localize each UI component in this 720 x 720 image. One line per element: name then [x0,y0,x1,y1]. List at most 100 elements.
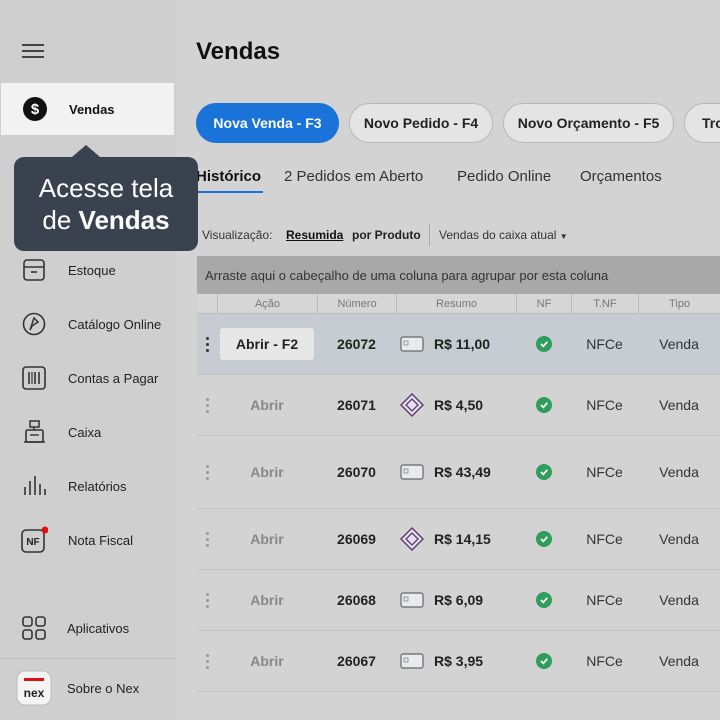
viz-separator [429,224,430,246]
cell-acao: Abrir [217,570,317,630]
tab-pedidos-aberto[interactable]: 2 Pedidos em Aberto [284,168,423,185]
abrir-button[interactable]: Abrir [250,464,283,480]
table-row[interactable]: Abrir 26071 R$ 4,50 NFCe Venda [197,375,720,436]
cell-tipo: Venda [659,653,699,669]
kebab-icon [205,397,209,413]
cell-acao: Abrir [217,436,317,508]
table-row[interactable]: Abrir 26070 R$ 43,49 NFCe Venda [197,436,720,509]
troca-button[interactable]: Tro [684,103,720,143]
header-nf[interactable]: NF [516,294,571,314]
table-row[interactable]: Abrir 26067 R$ 3,95 NFCe Venda [197,631,720,692]
page-title: Vendas [196,38,281,65]
onboarding-tooltip: Acesse tela de Vendas [14,145,198,251]
cell-nf [516,570,571,630]
nex-logo-icon: nex [16,670,52,706]
row-total: R$ 11,00 [434,336,491,352]
tooltip-line-1: Acesse tela [38,173,174,203]
abrir-button[interactable]: Abrir - F2 [219,328,315,360]
row-menu[interactable] [197,570,217,630]
view-resumida[interactable]: Resumida [286,228,343,242]
header-acao[interactable]: Ação [217,294,317,314]
sidebar: $ Vendas Estoque Catálogo Online Contas … [0,0,176,720]
sidebar-item-label: Catálogo Online [68,316,162,332]
header-numero[interactable]: Número [317,294,396,314]
cell-nf [516,436,571,508]
sidebar-item-label: Nota Fiscal [68,532,134,548]
notification-dot-icon [41,526,48,534]
sidebar-item-aplicativos[interactable]: Aplicativos [0,602,176,654]
caixa-filter-dropdown[interactable]: Vendas do caixa atual ▼ [439,228,568,242]
card-icon [400,464,424,480]
cell-resumo: R$ 4,50 [396,375,516,435]
sidebar-item-sobre[interactable]: nex Sobre o Nex [0,662,176,714]
kebab-icon [205,653,209,669]
view-por-produto[interactable]: por Produto [352,228,421,242]
svg-text:nex: nex [24,686,45,700]
sidebar-item-contas[interactable]: Contas a Pagar [0,352,176,404]
tab-orcamentos[interactable]: Orçamentos [580,168,662,185]
novo-pedido-button[interactable]: Novo Pedido - F4 [349,103,493,143]
row-menu[interactable] [197,314,217,374]
row-menu[interactable] [197,509,217,569]
group-by-drop-area[interactable]: Arraste aqui o cabeçalho de uma coluna p… [197,256,720,294]
cell-tnf: NFCe [586,653,623,669]
sidebar-item-caixa[interactable]: Caixa [0,406,176,458]
header-tnf[interactable]: T.NF [571,294,638,314]
menu-icon[interactable] [22,44,44,64]
tab-underline [196,191,263,193]
cell-resumo: R$ 3,95 [396,631,516,691]
cell-acao: Abrir [217,631,317,691]
row-menu[interactable] [197,436,217,508]
sidebar-item-relatorios[interactable]: Relatórios [0,460,176,512]
abrir-button[interactable]: Abrir [250,531,283,547]
abrir-button[interactable]: Abrir [250,592,283,608]
table-row[interactable]: Abrir - F2 26072 R$ 11,00 NFCe Venda [197,314,720,375]
cell-resumo: R$ 6,09 [396,570,516,630]
header-resumo[interactable]: Resumo [396,294,516,314]
sidebar-item-catalogo[interactable]: Catálogo Online [0,298,176,350]
kebab-icon [205,531,209,547]
kebab-icon [205,464,209,480]
pix-icon [400,393,424,417]
novo-orcamento-button[interactable]: Novo Orçamento - F5 [503,103,674,143]
table-row-partial [197,692,720,720]
tab-historico[interactable]: Histórico [196,168,261,185]
nova-venda-button[interactable]: Nova Venda - F3 [196,103,339,143]
row-menu[interactable] [197,375,217,435]
kebab-icon [205,336,209,352]
cell-tipo: Venda [659,531,699,547]
tooltip-line-2: de Vendas [42,205,170,235]
dollar-icon: $ [21,95,49,123]
cell-nf [516,375,571,435]
sidebar-item-label: Contas a Pagar [68,370,159,386]
cell-tnf: NFCe [586,531,623,547]
cell-numero: 26069 [337,531,376,547]
header-tipo[interactable]: Tipo [638,294,720,314]
row-total: R$ 43,49 [434,464,491,480]
sidebar-item-vendas[interactable]: $ Vendas [1,83,174,135]
pix-icon [400,527,424,551]
sidebar-item-nota-fiscal[interactable]: NF Nota Fiscal [0,514,176,566]
sidebar-item-estoque[interactable]: Estoque [0,244,176,296]
main-content: Vendas Nova Venda - F3 Novo Pedido - F4 … [176,0,720,720]
sidebar-divider [0,658,176,659]
cell-tnf: NFCe [586,592,623,608]
cell-numero: 26072 [337,336,376,352]
sidebar-item-label: Sobre o Nex [67,680,140,696]
table-row[interactable]: Abrir 26069 R$ 14,15 NFCe Venda [197,509,720,570]
cell-numero: 26071 [337,397,376,413]
tab-pedido-online[interactable]: Pedido Online [457,168,551,185]
table-row[interactable]: Abrir 26068 R$ 6,09 NFCe Venda [197,570,720,631]
row-menu[interactable] [197,631,217,691]
visualization-label: Visualização: [202,228,273,242]
row-total: R$ 3,95 [434,653,484,669]
check-icon [535,336,552,352]
kebab-icon [205,592,209,608]
nf-icon: NF [20,526,48,554]
abrir-button[interactable]: Abrir [250,397,283,413]
abrir-button[interactable]: Abrir [250,653,283,669]
cell-resumo: R$ 11,00 [396,314,516,374]
cell-acao: Abrir [217,375,317,435]
catalog-icon [20,310,48,338]
cell-tnf: NFCe [586,336,623,352]
